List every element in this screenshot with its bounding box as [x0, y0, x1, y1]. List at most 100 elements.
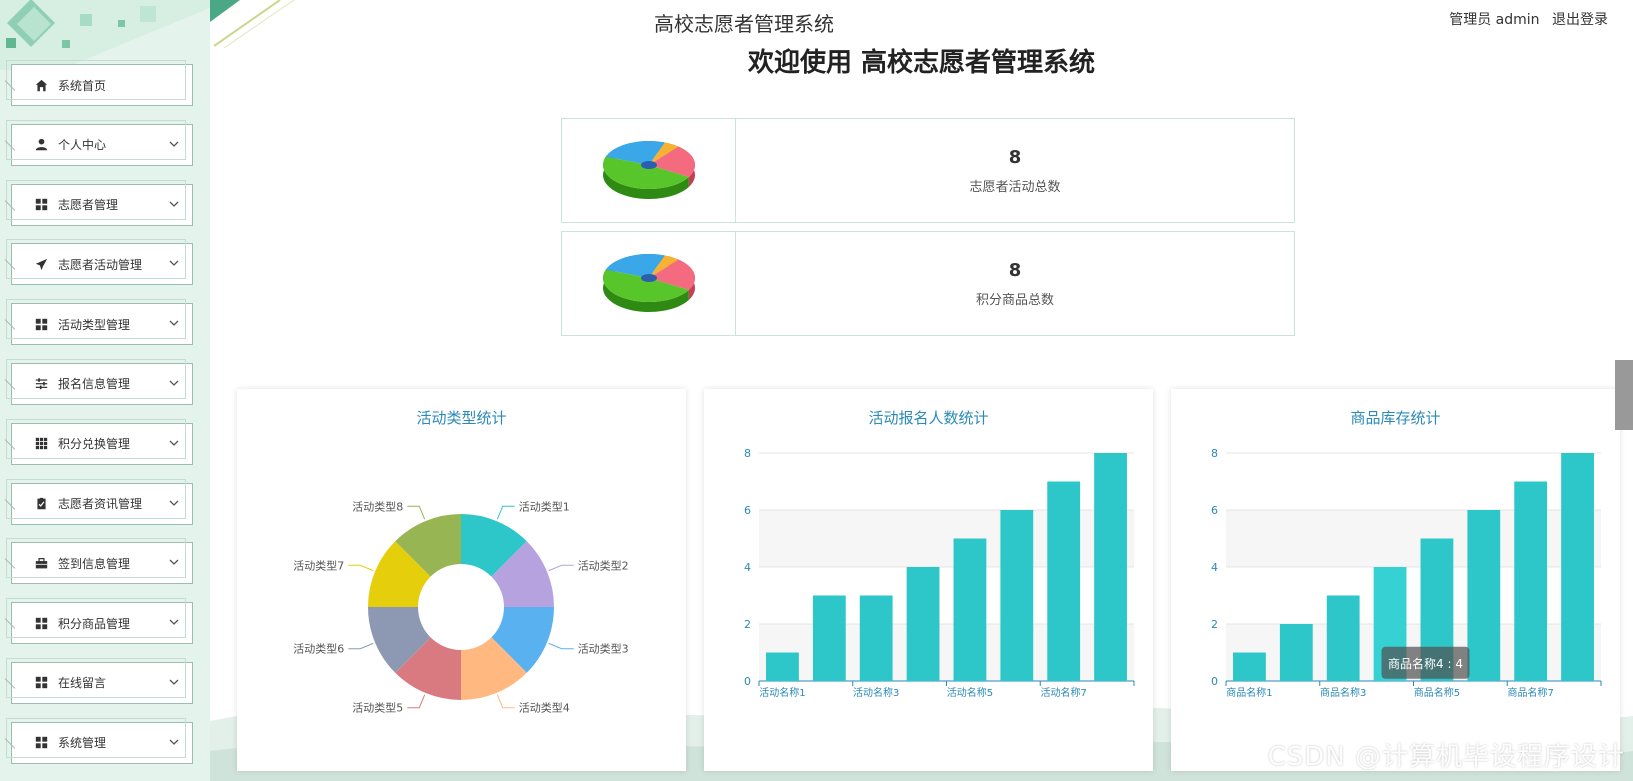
sidebar: 系统首页个人中心志愿者管理志愿者活动管理 活动类型管理 报名信息管理 积分兑换管理 志愿… [0, 0, 210, 781]
label-line [348, 564, 374, 572]
watermark: CSDN @计算机毕设程序设计 [1267, 742, 1625, 772]
chevron-down-icon [168, 437, 180, 449]
sidebar-item-label: 积分商品管理 [58, 616, 131, 631]
label-line [496, 505, 515, 520]
x-tick-label: 商品名称1 [1226, 686, 1272, 699]
x-tick-label: 商品名称5 [1414, 686, 1460, 699]
stat-label: 志愿者活动总数 [969, 179, 1061, 195]
label-line [348, 642, 374, 650]
grid-icon [34, 616, 48, 630]
sidebar-item-12[interactable]: 系统管理 [6, 717, 193, 764]
slice-label: 活动类型3 [578, 642, 629, 656]
grid-icon [34, 198, 48, 212]
sidebar-item-5[interactable]: 活动类型管理 [6, 299, 193, 346]
x-tick-label: 活动名称5 [947, 686, 993, 699]
sidebar-item-9[interactable]: 签到信息管理 [6, 538, 193, 585]
pie-chart-3d-icon [562, 119, 736, 222]
sidebar-item-11[interactable]: 在线留言 [6, 657, 193, 704]
pie-chart-3d-icon [562, 232, 736, 335]
bar[interactable] [1326, 595, 1360, 682]
y-tick-label: 2 [744, 618, 751, 631]
main-content: 高校志愿者管理系统 管理员 admin 退出登录 欢迎使用 高校志愿者管理系统 … [210, 0, 1633, 781]
sidebar-item-label: 志愿者资讯管理 [58, 497, 143, 512]
briefcase-icon [34, 556, 48, 570]
stat-card-activities: 8 志愿者活动总数 [561, 118, 1295, 223]
grid-icon [34, 736, 48, 750]
label-line [548, 642, 574, 650]
bar-chart: 0 2 4 6 8 活动名称1 活动名称3 活动名称5 活动名称7 [744, 447, 1135, 699]
chevron-down-icon [168, 317, 180, 329]
bar[interactable] [1561, 453, 1594, 681]
user-name[interactable]: 管理员 admin [1449, 12, 1539, 28]
sidebar-item-label: 活动类型管理 [58, 317, 131, 332]
bar[interactable] [859, 595, 893, 682]
bar[interactable] [766, 652, 799, 682]
chart-card-activity-types: 活动类型统计 活动类型1 活动类型2 活动类型3 活动类型4 活动类型5 活动类型6 活动类… [237, 389, 686, 771]
sidebar-item-3[interactable]: 志愿者管理 [6, 179, 193, 226]
y-tick-label: 0 [744, 675, 751, 688]
label-line [496, 694, 515, 709]
slice-label: 活动类型5 [352, 701, 403, 715]
bar[interactable] [1000, 510, 1034, 681]
sidebar-item-7[interactable]: 积分兑换管理 [6, 418, 193, 465]
x-tick-label: 活动名称3 [853, 686, 899, 699]
bar[interactable] [1233, 652, 1266, 682]
welcome-heading: 欢迎使用 高校志愿者管理系统 [747, 48, 1096, 78]
sidebar-item-label: 积分兑换管理 [58, 437, 131, 452]
stat-value: 8 [1008, 146, 1022, 168]
sidebar-item-10[interactable]: 积分商品管理 [6, 598, 193, 645]
slice-label: 活动类型8 [352, 499, 403, 513]
sidebar-item-8[interactable]: 志愿者资讯管理 [6, 478, 193, 525]
bar[interactable] [1047, 481, 1081, 682]
apps-icon [34, 437, 48, 451]
sidebar-item-label: 报名信息管理 [58, 377, 131, 392]
chevron-down-icon [168, 377, 180, 389]
sliders-icon [34, 377, 48, 391]
bar[interactable] [1514, 481, 1548, 682]
grid-icon [34, 676, 48, 690]
chevron-down-icon [168, 497, 180, 509]
y-tick-label: 0 [1211, 675, 1218, 688]
sidebar-item-label: 个人中心 [58, 138, 107, 153]
home-icon [34, 78, 48, 92]
sidebar-item-1[interactable]: 系统首页 [6, 60, 193, 106]
bar[interactable] [1094, 453, 1127, 681]
logout-button[interactable]: 退出登录 [1552, 12, 1608, 28]
sidebar-item-label: 签到信息管理 [58, 556, 131, 571]
sidebar-item-label: 在线留言 [58, 676, 107, 691]
chevron-down-icon [168, 676, 180, 688]
y-tick-label: 6 [744, 504, 751, 517]
sidebar-item-label: 系统管理 [58, 736, 107, 751]
bar[interactable] [812, 595, 846, 682]
x-tick-label: 商品名称3 [1320, 686, 1366, 699]
slice-label: 活动类型2 [578, 558, 629, 572]
label-line [407, 694, 426, 709]
chevron-down-icon [168, 198, 180, 210]
sidebar-item-label: 志愿者活动管理 [58, 257, 143, 272]
donut-chart: 活动类型1 活动类型2 活动类型3 活动类型4 活动类型5 活动类型6 活动类型7 活动类型8 [293, 499, 629, 715]
y-tick-label: 8 [1211, 447, 1218, 460]
bar[interactable] [953, 538, 987, 682]
slice-label: 活动类型4 [519, 701, 570, 715]
tooltip-text: 商品名称4 : 4 [1388, 656, 1463, 671]
grid-icon [34, 317, 48, 331]
sidebar-item-label: 系统首页 [58, 78, 107, 93]
label-line [548, 564, 574, 572]
chevron-down-icon [168, 616, 180, 628]
bar[interactable] [1467, 510, 1501, 681]
slice-label: 活动类型7 [293, 558, 344, 572]
user-icon [34, 138, 48, 152]
chart-card-signups: 活动报名人数统计 0 2 4 6 8 活动名称1 活动名称3 活动名称5 活动名称7 [704, 389, 1153, 771]
slice-label: 活动类型1 [519, 499, 570, 513]
chevron-down-icon [168, 556, 180, 568]
chevron-down-icon [168, 138, 180, 150]
bar-chart: 0 2 4 6 8 商品名称1 商品名称3 商品名称5 商品名称7 商品名称4 : 4 [1211, 447, 1602, 699]
bar[interactable] [906, 567, 940, 681]
sidebar-item-2[interactable]: 个人中心 [6, 119, 193, 166]
sidebar-item-4[interactable]: 志愿者活动管理 [6, 239, 193, 286]
label-line [407, 505, 426, 520]
sidebar-item-6[interactable]: 报名信息管理 [6, 358, 193, 405]
sidebar-decoration [0, 0, 210, 70]
scrollbar-thumb[interactable] [1615, 360, 1633, 430]
bar[interactable] [1279, 624, 1313, 681]
